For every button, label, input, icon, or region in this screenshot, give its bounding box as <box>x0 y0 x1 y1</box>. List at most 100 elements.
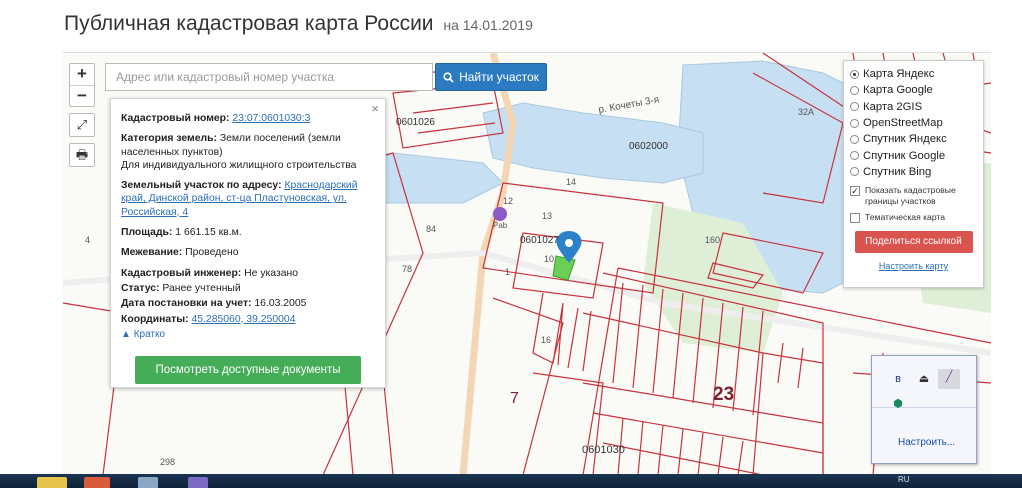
measure-button[interactable]: ⤢ <box>69 113 95 137</box>
print-button[interactable]: 🖶 <box>69 143 95 167</box>
category-label: Категория земель: <box>121 133 217 145</box>
shield-icon[interactable]: ⬢ <box>890 396 906 412</box>
parcel-number: 16 <box>541 335 551 345</box>
basemap-option[interactable]: Карта 2GIS <box>850 99 977 115</box>
coords-link[interactable]: 45.285060, 39.250004 <box>191 314 295 325</box>
status-row: Статус: Ранее учтенный <box>121 282 375 295</box>
reg-date-label: Дата постановки на учет: <box>121 298 252 310</box>
basemap-option-label: Карта 2GIS <box>863 100 923 113</box>
parcel-number: 14 <box>566 177 576 187</box>
radio-button[interactable] <box>850 151 859 161</box>
parcel-number: 13 <box>542 211 552 221</box>
page-title-text: Публичная кадастровая карта России <box>64 12 434 35</box>
radio-button[interactable] <box>850 69 859 79</box>
browser-icon[interactable] <box>84 477 110 488</box>
poi-label: Pab <box>493 221 508 230</box>
district-number: 7 <box>510 390 519 407</box>
collapse-label: Кратко <box>133 328 166 340</box>
engineer-label: Кадастровый инженер: <box>121 267 242 279</box>
basemap-option-label: Спутник Яндекс <box>863 133 947 146</box>
app-icon[interactable] <box>138 477 158 488</box>
extension-popup: ʙ ⏏ ╱ ⬢ Настроить... <box>871 355 977 464</box>
basemap-option[interactable]: Карта Яндекс <box>850 66 977 82</box>
river-water <box>482 102 704 184</box>
cadastral-number-row: Кадастровый номер: 23:07:0601030:3 <box>121 112 375 125</box>
close-icon[interactable]: × <box>371 102 379 116</box>
survey-value: Проведено <box>185 247 239 259</box>
radio-button[interactable] <box>850 85 859 95</box>
status-value: Ранее учтенный <box>162 282 241 294</box>
caret-up-icon: ▲ <box>121 328 131 340</box>
bluetooth-icon[interactable]: ʙ <box>890 371 906 387</box>
radio-button[interactable] <box>850 102 859 112</box>
reg-date-row: Дата постановки на учет: 16.03.2005 <box>121 297 375 310</box>
radio-button[interactable] <box>850 167 859 177</box>
layers-panel: Карта Яндекс Карта Google Карта 2GIS OpenSt… <box>843 60 984 288</box>
parcel-number: 12 <box>503 196 513 206</box>
parcel-number: 160 <box>705 235 720 245</box>
address-label: Земельный участок по адресу: <box>121 180 282 192</box>
thematic-checkbox[interactable] <box>850 213 860 224</box>
parcel-info-panel: × Кадастровый номер: 23:07:0601030:3 Кат… <box>110 98 386 388</box>
engineer-value: Не указано <box>244 267 299 279</box>
basemap-options: Карта Яндекс Карта Google Карта 2GIS OpenSt… <box>850 66 977 180</box>
area-row: Площадь: 1 661.15 кв.м. <box>121 226 375 239</box>
share-link-button[interactable]: Поделиться ссылкой <box>854 231 973 254</box>
radio-button[interactable] <box>850 118 859 128</box>
extension-icons: ʙ ⏏ ╱ ⬢ <box>872 356 976 410</box>
category-row: Категория земель: Земли поселений (земли… <box>121 132 375 172</box>
configure-map-link[interactable]: Настроить карту <box>850 261 977 271</box>
basemap-option[interactable]: Спутник Bing <box>850 164 977 180</box>
basemap-option[interactable]: Карта Google <box>850 82 977 98</box>
view-documents-button[interactable]: Посмотреть доступные документы <box>135 356 361 384</box>
basemap-option[interactable]: Спутник Google <box>850 147 977 163</box>
quarter-label: 0601027 <box>520 235 559 246</box>
permitted-use-value: Для индивидуального жилищного строительс… <box>121 159 357 171</box>
coords-row: Координаты: 45.285060, 39.250004 <box>121 313 375 326</box>
thematic-label: Тематическая карта <box>865 212 946 223</box>
extension-configure-link[interactable]: Настроить... <box>898 437 955 448</box>
quarter-label: 0601026 <box>396 117 435 128</box>
basemap-option[interactable]: OpenStreetMap <box>850 115 977 131</box>
thematic-option[interactable]: Тематическая карта <box>850 212 977 224</box>
collapse-link[interactable]: ▲ Кратко <box>121 328 375 341</box>
poi-icon[interactable] <box>493 207 507 221</box>
search-input[interactable] <box>106 64 432 90</box>
basemap-option-label: Спутник Bing <box>863 165 932 178</box>
pen-icon[interactable]: ╱ <box>938 369 960 389</box>
search-button[interactable]: Найти участок <box>435 63 547 91</box>
basemap-option-label: Карта Яндекс <box>863 68 935 81</box>
cadastral-map[interactable]: р. Кочеты 3-я 0601026 0602000 0601027 06… <box>63 52 991 474</box>
app-icon[interactable] <box>188 477 208 488</box>
page-title: Публичная кадастровая карта России на 14… <box>64 12 533 36</box>
usb-icon[interactable]: ⏏ <box>916 371 932 387</box>
cadastral-number-link[interactable]: 23:07:0601030:3 <box>232 113 310 124</box>
basemap-option[interactable]: Спутник Яндекс <box>850 131 977 147</box>
area-label: Площадь: <box>121 227 173 239</box>
radio-button[interactable] <box>850 134 859 144</box>
show-borders-option[interactable]: ✓ Показать кадастровые границы участков <box>850 185 977 207</box>
address-row: Земельный участок по адресу: Краснодарск… <box>121 179 375 219</box>
show-borders-checkbox[interactable]: ✓ <box>850 186 860 197</box>
ruler-icon: ⤢ <box>76 117 88 132</box>
page-date: на 14.01.2019 <box>443 17 533 33</box>
quarter-label: 0601030 <box>582 444 625 456</box>
reg-date-value: 16.03.2005 <box>254 298 307 310</box>
folder-icon[interactable] <box>37 477 67 488</box>
zoom-out-button[interactable]: − <box>70 85 94 106</box>
survey-label: Межевание: <box>121 247 183 259</box>
search-button-label: Найти участок <box>459 70 539 84</box>
page: Публичная кадастровая карта России на 14… <box>0 0 1022 488</box>
search-icon <box>443 71 454 83</box>
zoom-control: + − <box>69 63 95 107</box>
river-label: р. Кочеты 3-я <box>598 94 661 116</box>
language-indicator[interactable]: RU <box>898 475 910 484</box>
engineer-row: Кадастровый инженер: Не указано <box>121 267 375 280</box>
basemap-option-label: Спутник Google <box>863 149 946 162</box>
parcel-number: 78 <box>402 264 412 274</box>
quarter-label: 0602000 <box>629 141 668 152</box>
zoom-in-button[interactable]: + <box>70 64 94 85</box>
parcel-number: 84 <box>426 224 436 234</box>
taskbar: RU <box>0 474 1022 488</box>
parcel-number: 4 <box>85 235 90 245</box>
